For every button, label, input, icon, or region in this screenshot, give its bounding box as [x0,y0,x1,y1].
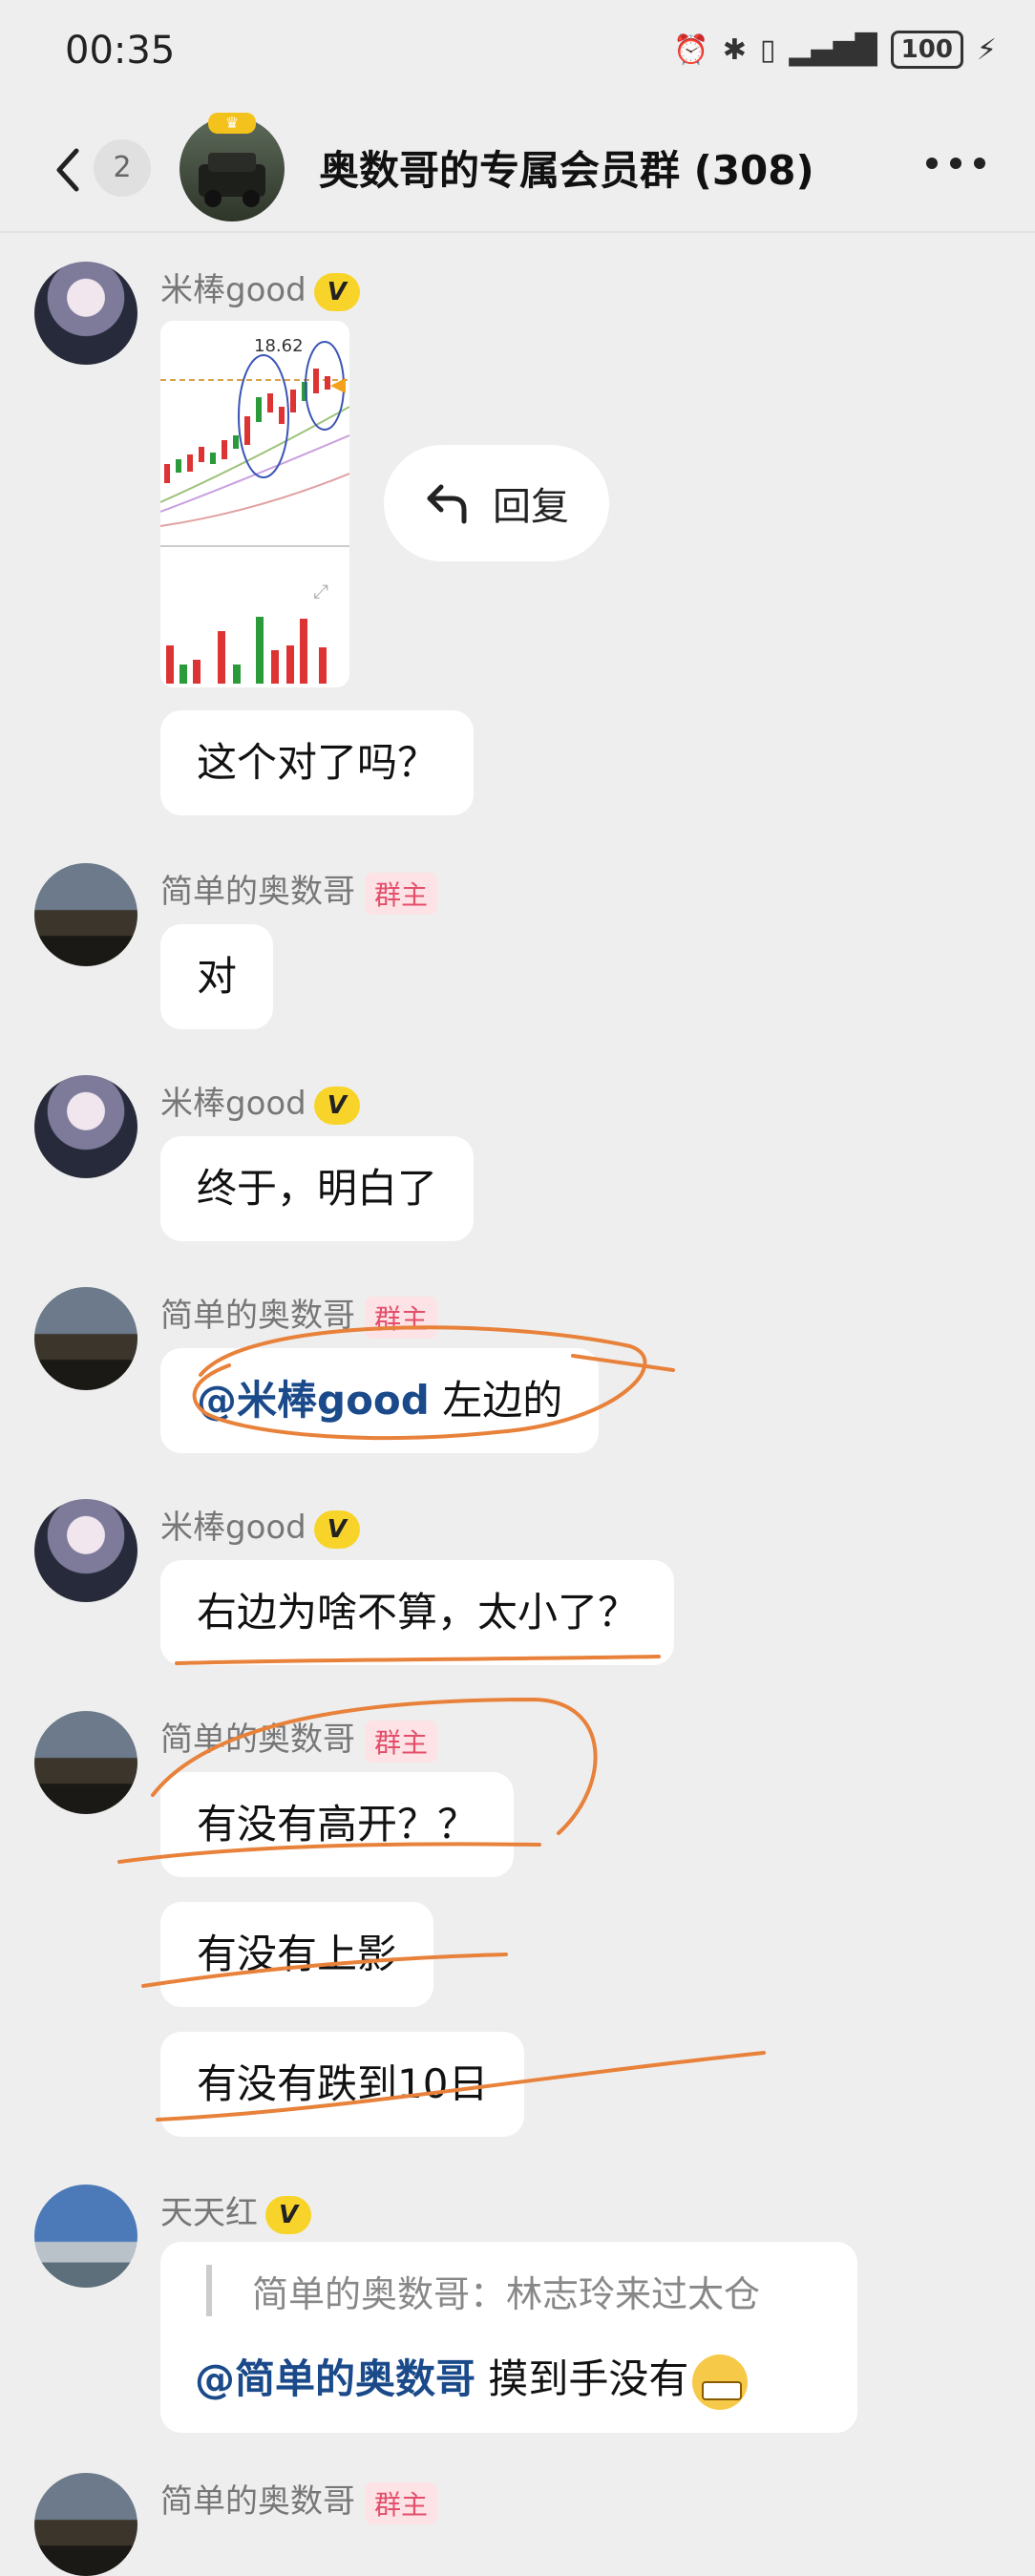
owner-badge: 群主 [365,2481,438,2524]
sender-row: 米棒good V [160,1077,360,1125]
reply-label: 回复 [493,485,569,529]
more-options-button[interactable] [922,151,989,185]
quote-bar [206,2265,212,2316]
bluetooth-icon: ✱ [722,32,747,67]
owner-badge: 群主 [365,1720,438,1763]
signal-icon: ▂▄▆█ [789,32,877,67]
vip-badge: V [313,1510,360,1549]
message-bubble[interactable]: 这个对了吗？ [160,710,475,815]
avatar[interactable] [34,863,137,966]
avatar[interactable] [34,262,137,365]
avatar[interactable] [34,2473,137,2576]
owner-badge: 群主 [365,1296,438,1339]
sender-name: 简单的奥数哥 [160,2482,355,2521]
message-text: 左边的 [442,1377,563,1424]
mention[interactable]: @简单的奥数哥 [195,2355,475,2402]
message-body: 摸到手没有 [488,2355,689,2402]
avatar[interactable] [34,1287,137,1390]
chart-image-thumbnail[interactable]: 18.62 ⤢ [160,321,349,687]
avatar[interactable] [34,1075,137,1178]
alarm-icon: ⏰ [673,32,709,67]
avatar[interactable] [34,2185,137,2288]
price-label: 18.62 [254,336,304,356]
avatar[interactable] [34,1711,137,1814]
battery-indicator: 100 [890,31,963,69]
sender-name: 米棒good [160,271,306,309]
message-bubble[interactable]: 终于，明白了 [160,1136,475,1241]
sender-row: 米棒good V [160,264,360,311]
expand-icon: ⤢ [313,580,328,602]
sender-name: 简单的奥数哥 [160,1721,355,1759]
owner-badge: 群主 [365,872,438,915]
chevron-left-icon [56,148,79,192]
reply-arrow-icon [427,484,467,524]
sender-row: 天天红 V [160,2186,311,2234]
vip-badge: V [265,2195,311,2234]
more-dots-icon [926,158,985,169]
message-bubble[interactable]: @米棒good 左边的 [160,1348,600,1453]
vip-badge: V [313,272,360,311]
message-bubble[interactable]: 右边为啥不算，太小了？ [160,1560,675,1665]
mention[interactable]: @米棒good [197,1377,430,1424]
sender-name: 米棒good [160,1085,306,1123]
message-bubble[interactable]: 对 [160,924,274,1029]
sender-name: 米棒good [160,1509,306,1547]
avatar[interactable] [34,1499,137,1602]
sender-name: 简单的奥数哥 [160,873,355,911]
status-icons: ⏰ ✱ ▯ ▂▄▆█ 100 ⚡ [673,31,997,69]
sender-name: 天天红 [160,2194,258,2232]
sender-row: 简单的奥数哥 群主 [160,865,438,915]
charging-icon: ⚡ [976,32,997,67]
sender-name: 简单的奥数哥 [160,1297,355,1335]
reply-button[interactable]: 回复 [384,445,609,561]
grin-emoji-icon [692,2354,749,2410]
status-time: 00:35 [65,29,176,73]
back-button[interactable] [50,141,88,199]
sender-row: 简单的奥数哥 群主 [160,1289,438,1339]
vibrate-icon: ▯ [759,32,776,67]
message-bubble[interactable]: 有没有高开？？ [160,1772,515,1877]
message-text: @简单的奥数哥 摸到手没有 [195,2347,749,2410]
message-bubble[interactable]: 有没有跌到10日 [160,2032,525,2137]
sender-row: 简单的奥数哥 群主 [160,2475,438,2524]
sender-row: 简单的奥数哥 群主 [160,1713,438,1763]
unread-count-badge[interactable]: 2 [94,139,151,197]
crown-icon: ♛ [208,113,256,134]
header-divider [0,231,1035,233]
message-bubble[interactable]: 有没有上影 [160,1902,434,2007]
quoted-text: 简单的奥数哥：林志玲来过太仓 [252,2273,761,2315]
group-title: 奥数哥的专属会员群 (308) [319,147,814,194]
stock-chart-image: 18.62 ⤢ [160,321,349,687]
vip-badge: V [313,1086,360,1125]
sender-row: 米棒good V [160,1501,360,1549]
